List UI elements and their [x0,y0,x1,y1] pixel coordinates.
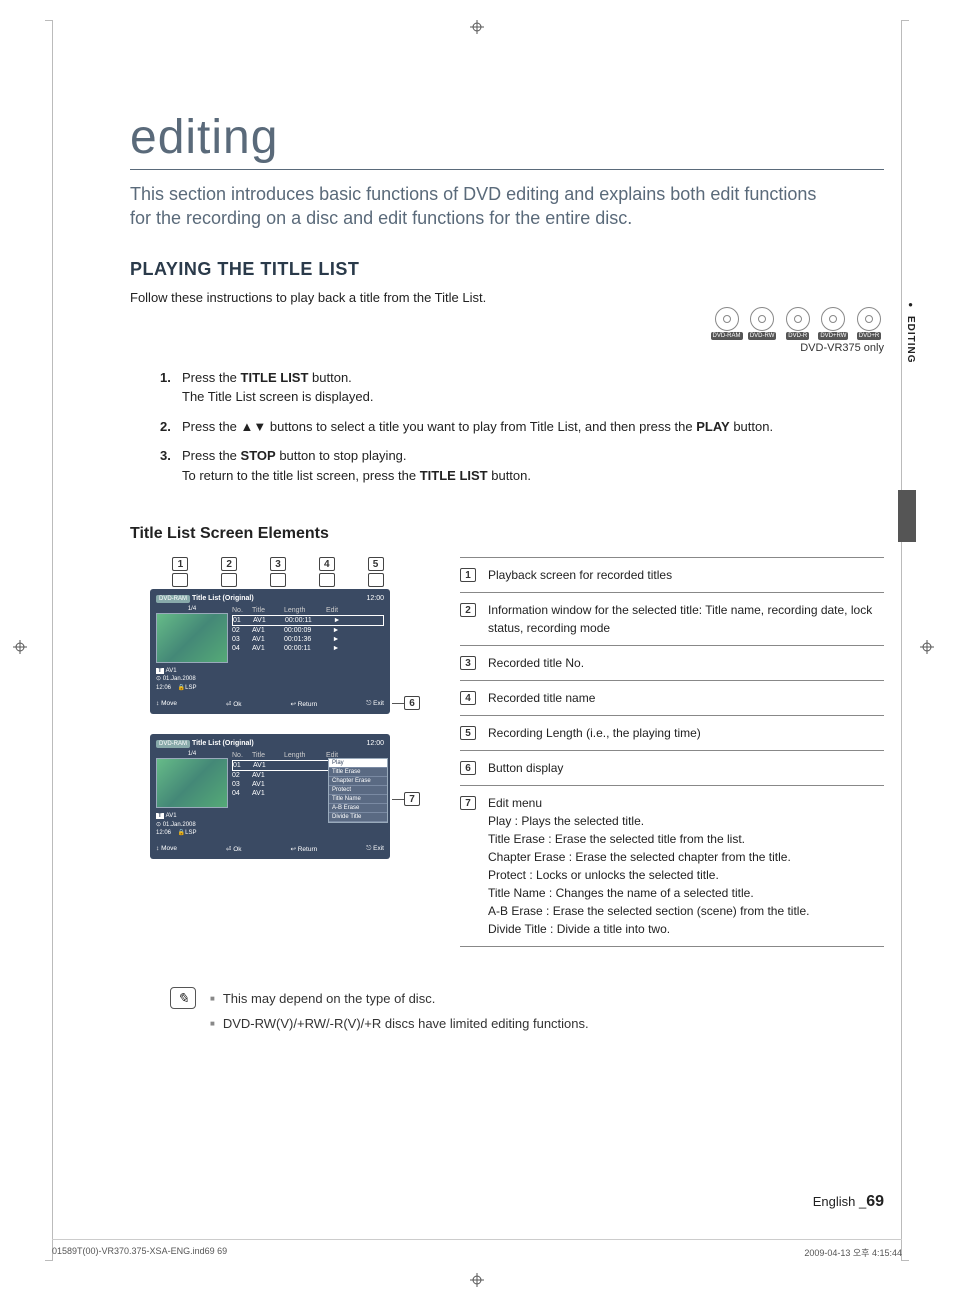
section-title: PLAYING THE TITLE LIST [130,259,884,280]
callout-key: 7 [404,792,420,806]
step-item: 2.Press the ▲▼ buttons to select a title… [160,417,884,437]
note-block: ✎ This may depend on the type of disc. D… [170,987,884,1036]
disc-icon [857,307,881,331]
subsection-title: Title List Screen Elements [130,525,884,543]
callout-key: 6 [404,696,420,710]
legend-table: 1Playback screen for recorded titles 2In… [460,557,884,947]
callout-key: 4 [319,557,335,571]
disc-badge-row: DVD-RAM DVD-RW DVD-R DVD+RW DVD+R [130,307,884,340]
footer-file: 01589T(00)-VR370.375-XSA-ENG.ind69 69 [52,1246,227,1259]
section-instruction: Follow these instructions to play back a… [130,290,884,305]
step-list: 1.Press the TITLE LIST button.The Title … [160,368,884,486]
page-number: English _69 [813,1193,884,1211]
step-item: 1.Press the TITLE LIST button.The Title … [160,368,884,407]
disc-note: DVD-VR375 only [130,342,884,354]
title-list-screenshot: DVD-RAM Title List (Original) 12:00 1/4 … [150,589,390,714]
callout-key: 2 [221,557,237,571]
side-thumb-index [898,490,916,542]
edit-menu-screenshot: DVD-RAM Title List (Original) 12:00 1/4 … [150,734,390,859]
step-item: 3.Press the STOP button to stop playing.… [160,446,884,485]
note-item: This may depend on the type of disc. [210,987,589,1012]
disc-icon [715,307,739,331]
chapter-title: editing [130,110,884,170]
callout-key: 3 [270,557,286,571]
side-tab: EDITING [905,300,916,364]
note-item: DVD-RW(V)/+RW/-R(V)/+R discs have limite… [210,1012,589,1037]
note-icon: ✎ [170,987,196,1009]
callout-key: 1 [172,557,188,571]
disc-icon [786,307,810,331]
playback-thumbnail [156,613,228,663]
disc-icon [750,307,774,331]
edit-popup: Play Title Erase Chapter Erase Protect T… [328,758,388,823]
footer-timestamp: 2009-04-13 오후 4:15:44 [804,1246,902,1259]
disc-icon [821,307,845,331]
callout-key: 5 [368,557,384,571]
chapter-intro: This section introduces basic functions … [130,182,830,231]
